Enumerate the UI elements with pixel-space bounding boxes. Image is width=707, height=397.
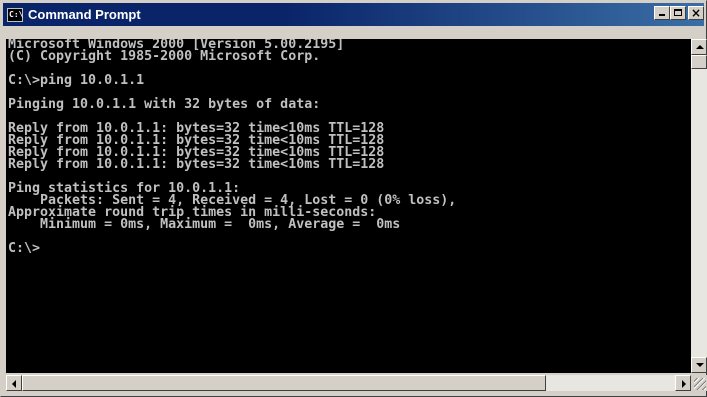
vertical-scroll-thumb[interactable] xyxy=(691,55,707,69)
horizontal-scroll-thumb[interactable] xyxy=(22,375,546,391)
window-controls: × xyxy=(654,6,704,20)
arrow-left-icon xyxy=(12,380,16,388)
maximize-icon xyxy=(674,9,682,16)
cmd-icon[interactable]: C:\ xyxy=(7,7,24,22)
minimize-icon xyxy=(659,14,665,16)
scroll-up-button[interactable] xyxy=(691,39,707,55)
console-line: Reply from 10.0.1.1: bytes=32 time<10ms … xyxy=(8,157,385,172)
maximize-button[interactable] xyxy=(670,6,686,20)
cmd-icon-text: C:\ xyxy=(9,9,24,19)
title-bar[interactable]: C:\ Command Prompt × xyxy=(3,3,704,26)
arrow-down-icon xyxy=(696,363,704,367)
console-line: C:\>ping 10.0.1.1 xyxy=(8,73,145,88)
scroll-right-button[interactable] xyxy=(675,375,691,391)
horizontal-scrollbar[interactable] xyxy=(6,375,691,391)
resize-corner[interactable] xyxy=(691,375,707,391)
arrow-right-icon xyxy=(682,380,686,388)
console-prompt: C:\> xyxy=(8,241,41,256)
minimize-button[interactable] xyxy=(654,6,670,20)
arrow-up-icon xyxy=(696,45,704,49)
console-line: (C) Copyright 1985-2000 Microsoft Corp. xyxy=(8,49,321,64)
window-title: Command Prompt xyxy=(28,7,141,22)
console-line: Pinging 10.0.1.1 with 32 bytes of data: xyxy=(8,97,321,112)
scroll-down-button[interactable] xyxy=(691,357,707,373)
resize-grip-icon[interactable] xyxy=(694,378,706,390)
close-button[interactable]: × xyxy=(688,6,704,20)
vertical-scrollbar[interactable] xyxy=(691,39,707,373)
console-text: Microsoft Windows 2000 [Version 5.00.219… xyxy=(6,39,691,255)
scroll-left-button[interactable] xyxy=(6,375,22,391)
console-line: Minimum = 0ms, Maximum = 0ms, Average = … xyxy=(8,217,401,232)
close-icon: × xyxy=(690,6,702,20)
console-output[interactable]: Microsoft Windows 2000 [Version 5.00.219… xyxy=(6,39,691,373)
command-prompt-window: C:\ Command Prompt × Microsoft Windows 2… xyxy=(0,0,707,397)
